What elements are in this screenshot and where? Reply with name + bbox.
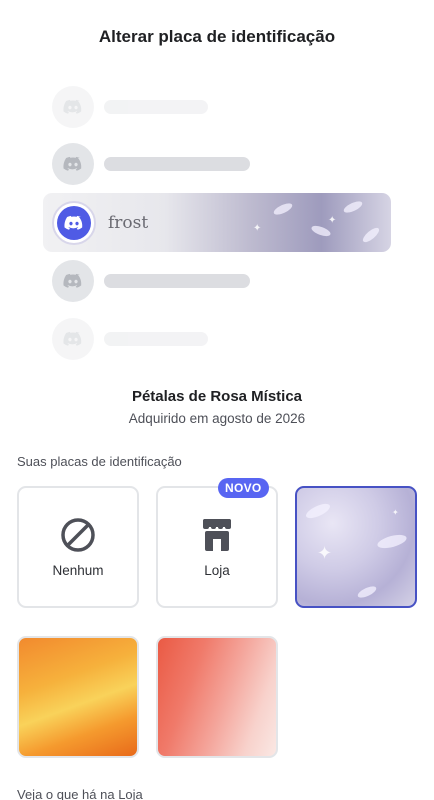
- sparkle-icon: ✦: [317, 543, 333, 563]
- nameplate-option-none[interactable]: Nenhum: [17, 486, 139, 608]
- sparkle-icon: ✦: [392, 508, 399, 517]
- nameplate-option-rose-petals[interactable]: ✦ ✦: [295, 486, 417, 608]
- sparkle-icon: ✦: [253, 223, 262, 234]
- discord-avatar-icon: [52, 318, 94, 360]
- option-label: Nenhum: [52, 562, 104, 578]
- nameplate-title: Pétalas de Rosa Mística: [131, 388, 303, 405]
- petal-decoration: [342, 199, 364, 215]
- store-icon: [203, 518, 231, 551]
- preview-row: [52, 318, 208, 360]
- petal-decoration: [272, 201, 294, 217]
- discord-avatar-icon: [52, 86, 94, 128]
- petal-decoration: [360, 225, 382, 245]
- selected-nameplate-row: frost ✦ ✦: [43, 193, 391, 252]
- option-label: Loja: [204, 562, 230, 578]
- prohibited-icon: [61, 517, 95, 552]
- nameplate-option-red[interactable]: [156, 636, 278, 758]
- sparkle-icon: ✦: [328, 215, 337, 226]
- name-placeholder-bar: [104, 332, 208, 346]
- username: frost: [108, 212, 149, 233]
- petal-decoration: [356, 584, 378, 600]
- name-placeholder-bar: [104, 157, 250, 171]
- petal-decoration: [304, 500, 332, 522]
- name-placeholder-bar: [104, 100, 208, 114]
- nameplate-preview: frost ✦ ✦: [0, 80, 434, 360]
- preview-row: [52, 260, 250, 302]
- nameplate-acquired-date: Adquirido em agosto de 2026: [128, 411, 306, 426]
- page-title: Alterar placa de identificação: [98, 27, 336, 46]
- your-plates-label: Suas placas de identificação: [17, 454, 182, 469]
- discord-logo-icon: [57, 205, 91, 240]
- new-badge: NOVO: [218, 478, 269, 498]
- preview-row: [52, 143, 250, 185]
- preview-row: [52, 86, 208, 128]
- petal-decoration: [376, 532, 408, 551]
- shop-section-label: Veja o que há na Loja: [17, 787, 143, 800]
- nameplate-option-shop[interactable]: Loja: [156, 486, 278, 608]
- user-avatar: [52, 200, 96, 245]
- name-placeholder-bar: [104, 274, 250, 288]
- nameplate-option-orange[interactable]: [17, 636, 139, 758]
- discord-avatar-icon: [52, 260, 94, 302]
- discord-avatar-icon: [52, 143, 94, 185]
